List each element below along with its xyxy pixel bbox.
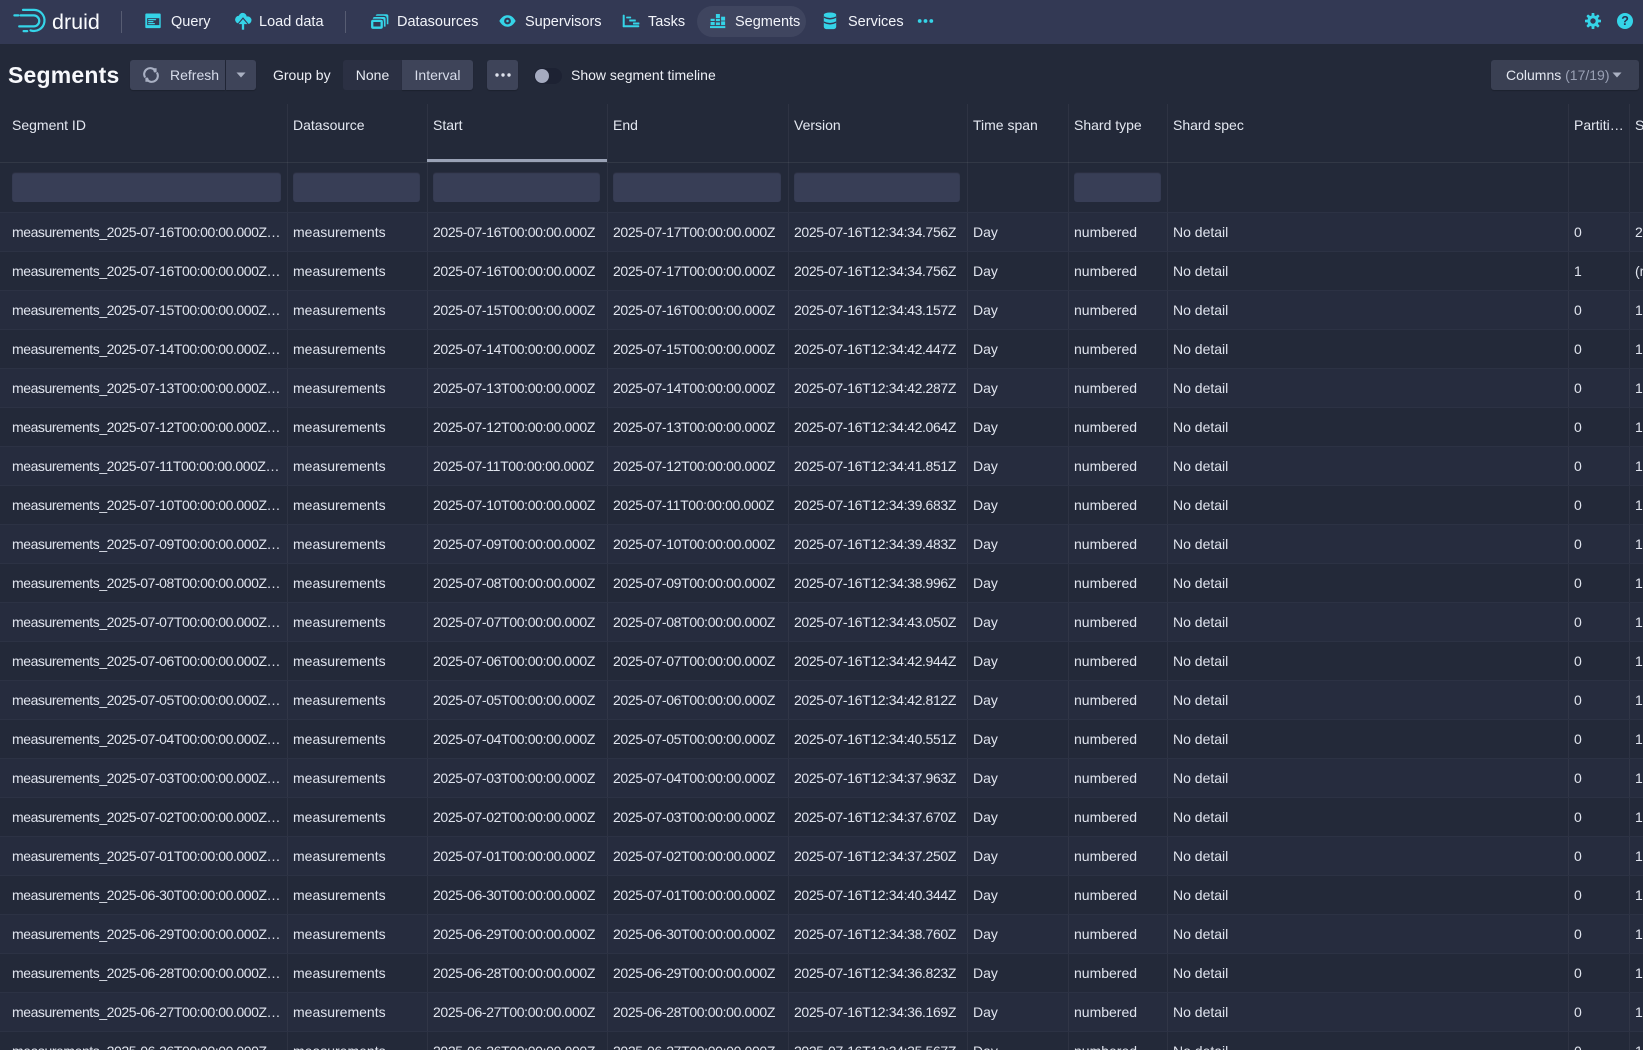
svg-text:?: ? [1621,14,1629,28]
